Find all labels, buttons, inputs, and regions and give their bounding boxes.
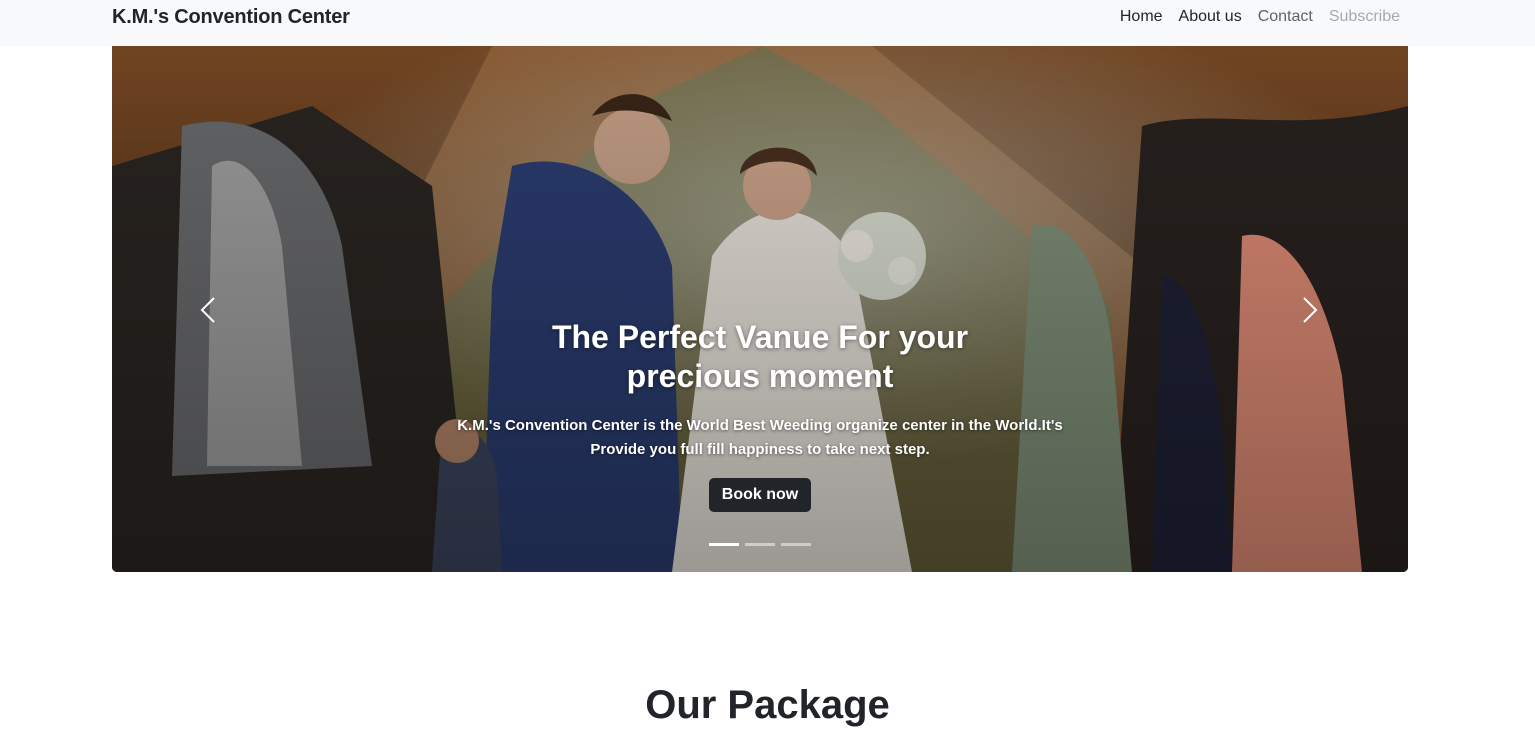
hero-caption: The Perfect Vanue For your precious mome… [112, 318, 1408, 512]
hero-description: K.M.'s Convention Center is the World Be… [457, 417, 1063, 458]
nav-link-home[interactable]: Home [1120, 8, 1163, 26]
nav-link-subscribe[interactable]: Subscribe [1329, 8, 1400, 26]
navbar: K.M.'s Convention Center Home About us C… [0, 0, 1535, 46]
carousel-indicator-3[interactable] [781, 543, 811, 546]
nav-link-about[interactable]: About us [1179, 8, 1242, 26]
book-now-button[interactable]: Book now [708, 478, 812, 512]
hero-title: The Perfect Vanue For your precious mome… [551, 319, 969, 394]
hero-carousel: The Perfect Vanue For your precious mome… [112, 46, 1408, 572]
carousel-indicator-1[interactable] [709, 543, 739, 546]
section-title-our-package: Our Package [645, 683, 890, 727]
carousel-indicator-2[interactable] [745, 543, 775, 546]
brand-logo[interactable]: K.M.'s Convention Center [112, 6, 350, 29]
nav-link-contact[interactable]: Contact [1258, 8, 1313, 26]
carousel-indicators [709, 543, 811, 546]
nav-links: Home About us Contact Subscribe [1120, 8, 1400, 26]
